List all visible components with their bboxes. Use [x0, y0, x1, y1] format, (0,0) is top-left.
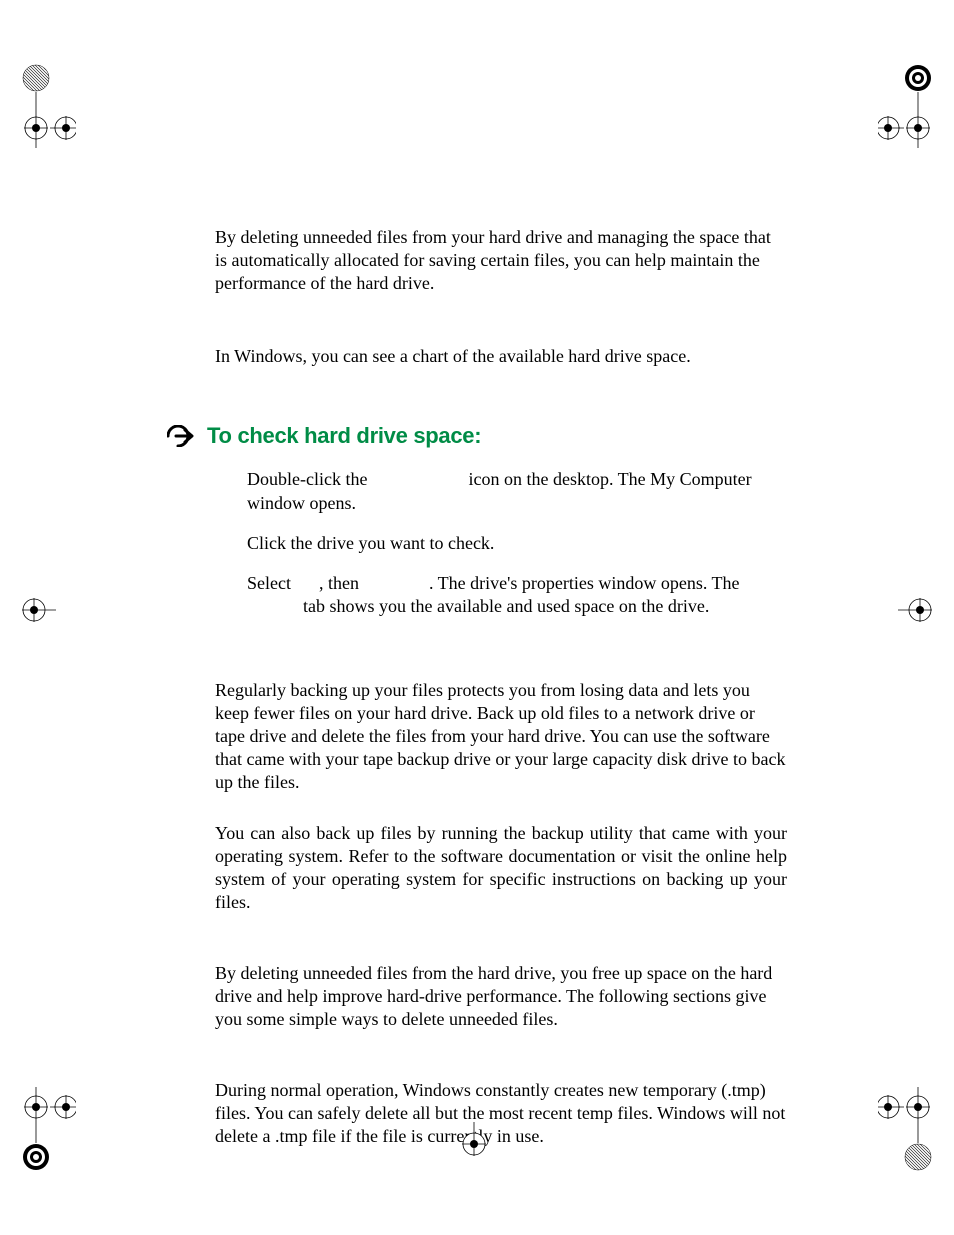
page-content: By deleting unneeded files from your har…: [215, 226, 787, 1177]
section-heading: To check hard drive space:: [167, 422, 787, 450]
paragraph-4: You can also back up files by running th…: [215, 822, 787, 914]
crop-mark-right: [898, 598, 932, 627]
registration-mark-top-left: [22, 64, 76, 148]
intro-paragraph-2: In Windows, you can see a chart of the a…: [215, 345, 787, 368]
registration-mark-bottom-right: [878, 1087, 932, 1171]
step-2: Click the drive you want to check.: [247, 532, 787, 556]
step-1-text-a: Double-click the: [247, 469, 372, 489]
registration-mark-top-right: [878, 64, 932, 148]
heading-text: To check hard drive space:: [207, 422, 481, 450]
step-3-text-d: tab shows you the available and used spa…: [303, 596, 709, 616]
paragraph-6: During normal operation, Windows constan…: [215, 1079, 787, 1148]
step-3-text-c: . The drive's properties window opens. T…: [429, 573, 740, 593]
paragraph-3: Regularly backing up your files protects…: [215, 679, 787, 794]
arrow-icon: [167, 425, 197, 447]
registration-mark-bottom-left: [22, 1087, 76, 1171]
step-1: Double-click the icon on the desktop. Th…: [247, 468, 787, 516]
step-3-text-a: Select: [247, 573, 291, 593]
steps-list: Double-click the icon on the desktop. Th…: [247, 468, 787, 619]
step-3-text-b: , then: [319, 573, 359, 593]
crop-mark-left: [22, 598, 56, 627]
intro-paragraph-1: By deleting unneeded files from your har…: [215, 226, 787, 295]
step-3: Select , then . The drive's properties win…: [247, 572, 787, 620]
paragraph-5: By deleting unneeded files from the hard…: [215, 962, 787, 1031]
crop-mark-bottom: [462, 1122, 486, 1161]
